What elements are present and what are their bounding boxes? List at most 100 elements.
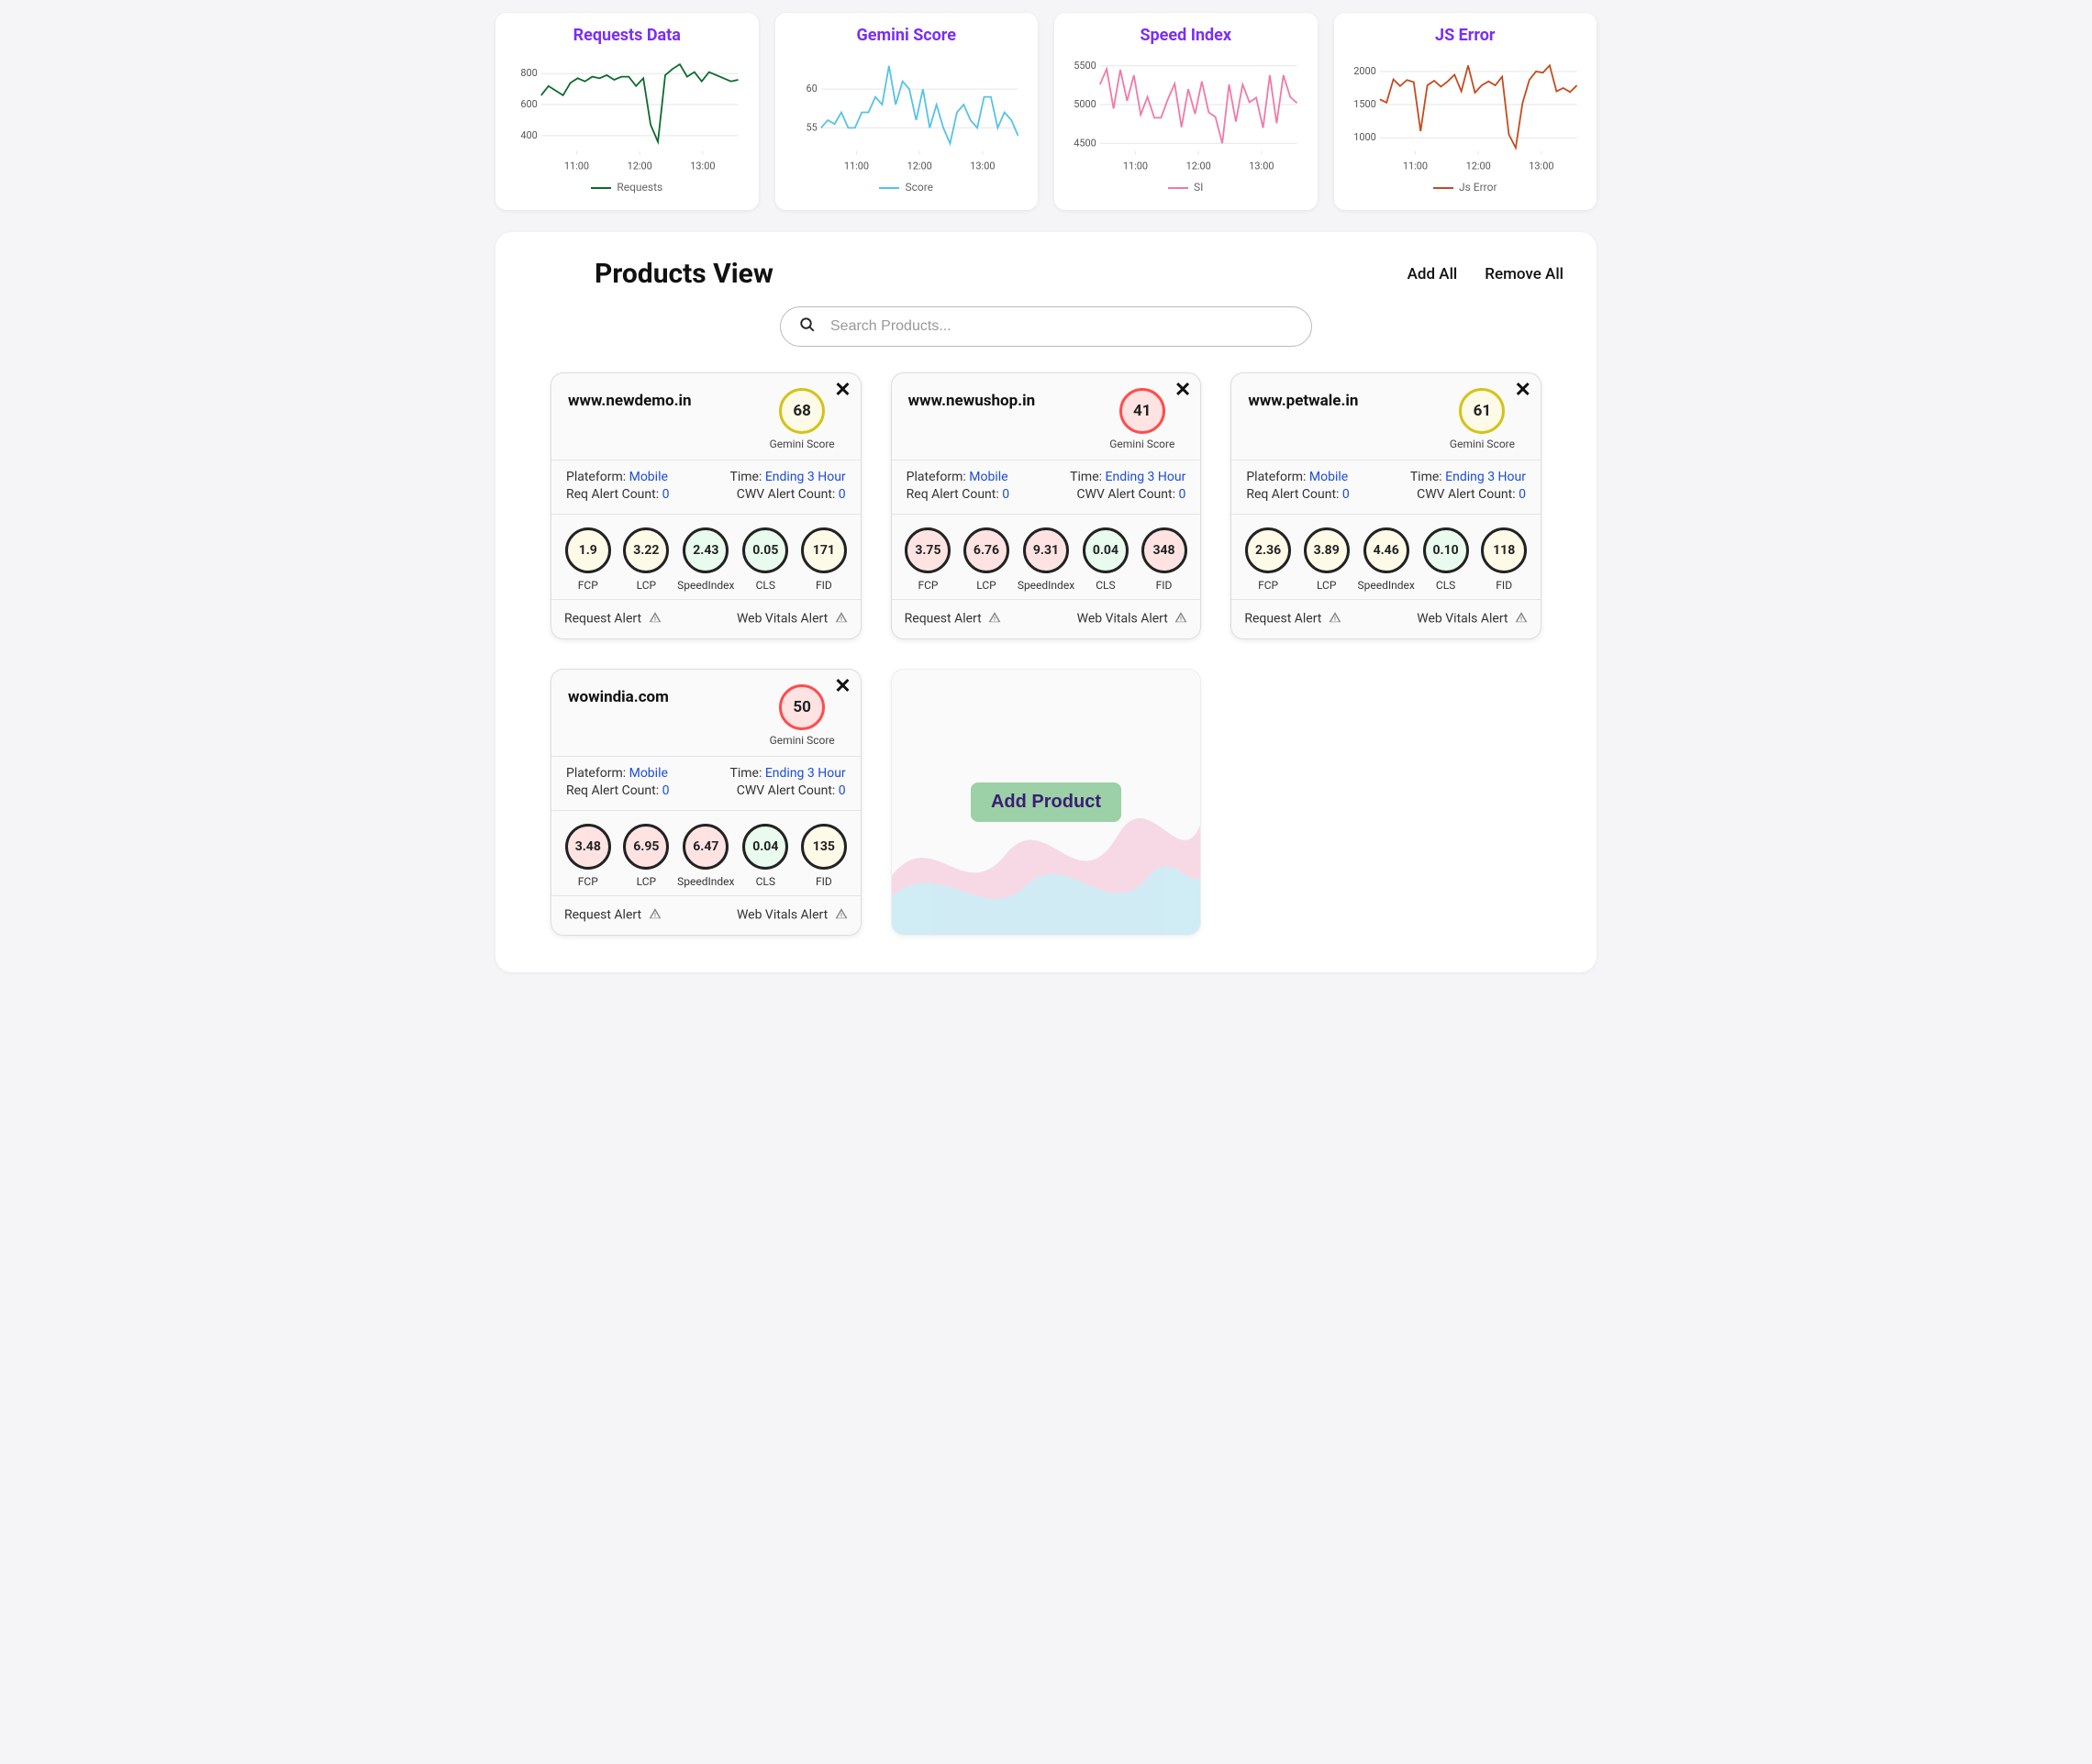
metric-label: SpeedIndex	[677, 579, 734, 592]
request-alert-link[interactable]: Request Alert	[1244, 611, 1341, 627]
cwv-alert-row: CWV Alert Count: 0	[737, 783, 846, 798]
close-icon[interactable]: ✕	[834, 381, 851, 401]
metrics-row: 1.9 FCP 3.22 LCP 2.43 SpeedIndex 0.05 CL…	[551, 515, 861, 599]
svg-text:13:00: 13:00	[690, 161, 715, 172]
metric-fid: 118 FID	[1476, 527, 1531, 592]
products-grid: ✕ www.newdemo.in 68 Gemini Score Platefo…	[551, 372, 1541, 936]
svg-text:13:00: 13:00	[970, 161, 995, 172]
gemini-score-value: 68	[779, 388, 825, 434]
platform-row: Plateform: Mobile	[907, 470, 1008, 484]
metric-fid: 135 FID	[796, 824, 851, 888]
metric-value: 3.48	[565, 824, 611, 870]
web-vitals-alert-link[interactable]: Web Vitals Alert	[1077, 611, 1188, 627]
gemini-score-label: Gemini Score	[1109, 438, 1174, 450]
metric-value: 6.95	[623, 824, 669, 870]
product-footer: Request Alert Web Vitals Alert	[551, 895, 861, 935]
metric-value: 2.36	[1245, 527, 1291, 573]
add-product-card: Add Product	[891, 669, 1202, 936]
time-row: Time: Ending 3 Hour	[1410, 470, 1526, 484]
alert-icon	[988, 611, 1001, 627]
product-domain: www.newushop.in	[908, 392, 1035, 410]
metric-label: FID	[796, 875, 851, 888]
chart-card-speed: Speed Index 45005000550011:0012:0013:00 …	[1054, 13, 1318, 210]
metric-value: 0.04	[742, 824, 788, 870]
metric-label: CLS	[739, 875, 794, 888]
metric-value: 2.43	[683, 527, 729, 573]
gemini-score-wrap: 68 Gemini Score	[770, 388, 835, 450]
products-panel: Products View Add All Remove All ✕ www.n…	[495, 232, 1597, 972]
cwv-alert-row: CWV Alert Count: 0	[1417, 487, 1526, 502]
metric-value: 118	[1481, 527, 1527, 573]
alert-icon	[649, 611, 662, 627]
metric-label: SpeedIndex	[1018, 579, 1074, 592]
cwv-alert-row: CWV Alert Count: 0	[737, 487, 846, 502]
svg-text:13:00: 13:00	[1529, 161, 1553, 172]
cwv-alert-row: CWV Alert Count: 0	[1076, 487, 1185, 502]
metric-speedindex: 9.31 SpeedIndex	[1018, 527, 1074, 592]
web-vitals-alert-link[interactable]: Web Vitals Alert	[1417, 611, 1528, 627]
metric-label: LCP	[1299, 579, 1354, 592]
svg-text:400: 400	[520, 129, 537, 141]
alert-icon	[835, 907, 848, 924]
req-alert-row: Req Alert Count: 0	[566, 487, 669, 502]
request-alert-link[interactable]: Request Alert	[564, 907, 662, 924]
gemini-score-label: Gemini Score	[770, 438, 835, 450]
metric-fcp: 1.9 FCP	[561, 527, 616, 592]
metric-label: LCP	[619, 579, 674, 592]
time-row: Time: Ending 3 Hour	[1070, 470, 1185, 484]
metric-fid: 348 FID	[1137, 527, 1192, 592]
web-vitals-alert-link[interactable]: Web Vitals Alert	[737, 907, 848, 924]
close-icon[interactable]: ✕	[1515, 381, 1531, 401]
metric-label: FCP	[901, 579, 956, 592]
product-domain: wowindia.com	[568, 688, 669, 706]
chart-title: Speed Index	[1067, 26, 1305, 45]
svg-text:2000: 2000	[1353, 65, 1376, 77]
svg-text:13:00: 13:00	[1249, 161, 1274, 172]
metric-value: 348	[1141, 527, 1187, 573]
remove-all-button[interactable]: Remove All	[1485, 265, 1563, 283]
search-input[interactable]	[830, 318, 1293, 335]
metric-label: FID	[1137, 579, 1192, 592]
search-wrap	[529, 306, 1563, 347]
product-meta: Plateform: Mobile Time: Ending 3 Hour Re…	[551, 460, 861, 515]
close-icon[interactable]: ✕	[834, 677, 851, 697]
chart-title: JS Error	[1347, 26, 1585, 45]
svg-text:1000: 1000	[1353, 131, 1376, 143]
gemini-score-wrap: 50 Gemini Score	[770, 684, 835, 747]
request-alert-link[interactable]: Request Alert	[905, 611, 1002, 627]
platform-row: Plateform: Mobile	[566, 766, 668, 781]
metric-cls: 0.05 CLS	[739, 527, 794, 592]
metric-lcp: 6.76 LCP	[959, 527, 1014, 592]
metric-label: FCP	[561, 579, 616, 592]
product-card: ✕ wowindia.com 50 Gemini Score Plateform…	[551, 669, 862, 936]
product-card: ✕ www.petwale.in 61 Gemini Score Platefo…	[1230, 372, 1541, 639]
add-all-button[interactable]: Add All	[1408, 265, 1458, 283]
gemini-score-value: 41	[1119, 388, 1165, 434]
chart-area: 45005000550011:0012:0013:00	[1067, 49, 1305, 177]
metric-label: FCP	[1241, 579, 1296, 592]
metric-label: LCP	[959, 579, 1014, 592]
gemini-score-wrap: 41 Gemini Score	[1109, 388, 1174, 450]
chart-card-jserror: JS Error 10001500200011:0012:0013:00 Js …	[1334, 13, 1597, 210]
time-row: Time: Ending 3 Hour	[730, 470, 846, 484]
request-alert-link[interactable]: Request Alert	[564, 611, 662, 627]
metric-value: 0.10	[1423, 527, 1469, 573]
metric-lcp: 3.22 LCP	[619, 527, 674, 592]
metric-value: 4.46	[1363, 527, 1409, 573]
gemini-score-label: Gemini Score	[770, 734, 835, 747]
metric-label: LCP	[619, 875, 674, 888]
metric-label: CLS	[739, 579, 794, 592]
search-box[interactable]	[780, 306, 1312, 347]
product-card: ✕ www.newdemo.in 68 Gemini Score Platefo…	[551, 372, 862, 639]
chart-area: 40060080011:0012:0013:00	[508, 49, 746, 177]
svg-text:55: 55	[806, 121, 817, 133]
svg-text:12:00: 12:00	[1186, 161, 1211, 172]
platform-row: Plateform: Mobile	[1246, 470, 1348, 484]
metric-label: SpeedIndex	[1357, 579, 1414, 592]
metric-label: CLS	[1078, 579, 1133, 592]
close-icon[interactable]: ✕	[1174, 381, 1191, 401]
web-vitals-alert-link[interactable]: Web Vitals Alert	[737, 611, 848, 627]
svg-text:60: 60	[806, 83, 817, 94]
add-product-button[interactable]: Add Product	[971, 782, 1121, 822]
chart-card-requests: Requests Data 40060080011:0012:0013:00 R…	[495, 13, 759, 210]
